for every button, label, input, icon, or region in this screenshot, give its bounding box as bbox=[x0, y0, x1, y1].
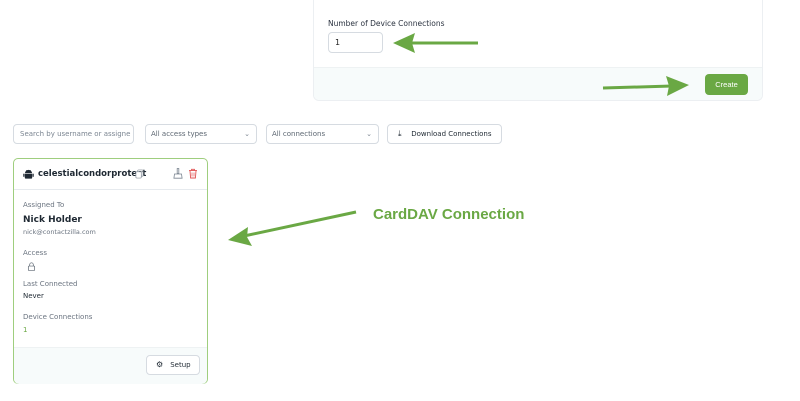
gear-icon: ⚙ bbox=[156, 360, 164, 369]
broom-icon[interactable] bbox=[173, 168, 183, 179]
download-connections-label: Download Connections bbox=[411, 130, 492, 138]
assignee-name: Nick Holder bbox=[23, 215, 82, 225]
create-button[interactable]: Create bbox=[705, 74, 748, 95]
annotation-label: CardDAV Connection bbox=[373, 206, 525, 223]
copy-icon[interactable] bbox=[135, 169, 144, 179]
setup-button[interactable]: ⚙ Setup bbox=[146, 355, 200, 375]
assigned-to-label: Assigned To bbox=[23, 201, 65, 209]
device-connections-input[interactable]: 1 bbox=[328, 32, 383, 53]
setup-label: Setup bbox=[170, 361, 191, 369]
page: Number of Device Connections 1 Create Se… bbox=[0, 0, 800, 401]
device-connections-field-label: Number of Device Connections bbox=[328, 19, 445, 28]
android-icon bbox=[23, 169, 34, 179]
connection-card: celestialcondorprotect Assigned To Nick … bbox=[13, 158, 208, 384]
chevron-down-icon: ⌄ bbox=[244, 130, 250, 138]
create-connection-form: Number of Device Connections 1 Create bbox=[313, 0, 763, 101]
download-icon: ⤓ bbox=[398, 129, 402, 138]
access-type-select-value: All access types bbox=[151, 130, 207, 138]
connections-select-value: All connections bbox=[272, 130, 326, 138]
connection-name: celestialcondorprotect bbox=[38, 169, 147, 179]
trash-icon[interactable] bbox=[188, 168, 198, 179]
form-footer bbox=[314, 67, 762, 100]
download-connections-button[interactable]: ⤓ Download Connections bbox=[387, 124, 502, 144]
access-label: Access bbox=[23, 249, 47, 257]
device-connections-label: Device Connections bbox=[23, 313, 93, 321]
device-connections-value: 1 bbox=[23, 326, 28, 334]
last-connected-label: Last Connected bbox=[23, 280, 78, 288]
search-input[interactable]: Search by username or assigne bbox=[13, 124, 134, 144]
connections-select[interactable]: All connections ⌄ bbox=[266, 124, 379, 144]
connection-card-header: celestialcondorprotect bbox=[14, 159, 207, 190]
access-type-select[interactable]: All access types ⌄ bbox=[145, 124, 257, 144]
last-connected-value: Never bbox=[23, 292, 44, 300]
assignee-email: nick@contactzilla.com bbox=[23, 228, 96, 236]
arrow-to-card bbox=[228, 210, 357, 246]
chevron-down-icon: ⌄ bbox=[366, 130, 372, 138]
lock-icon bbox=[27, 262, 36, 271]
